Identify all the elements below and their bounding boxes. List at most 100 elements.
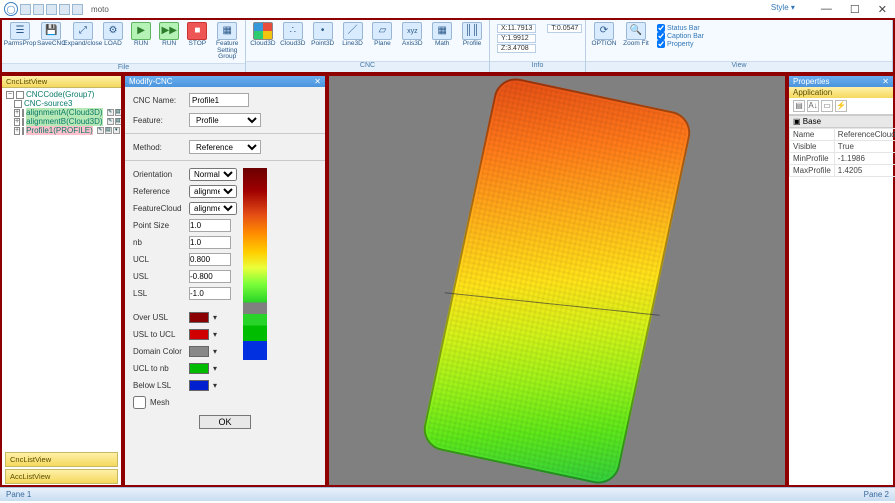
tool-b-icon[interactable]: ▤ xyxy=(115,109,121,116)
checkbox-icon[interactable] xyxy=(22,109,24,117)
table-row[interactable]: VisibleTrue xyxy=(790,141,895,153)
prop-value[interactable]: ReferenceCloud xyxy=(834,129,895,141)
nb-input[interactable] xyxy=(189,236,231,249)
row-tools[interactable]: ✎▤▾ xyxy=(97,127,120,134)
row-tools[interactable]: ✎▤▾ xyxy=(107,118,121,125)
line3d-button[interactable]: ／Line3D xyxy=(339,22,367,48)
math-button[interactable]: ▦Math xyxy=(428,22,456,48)
ucl-input[interactable] xyxy=(189,253,231,266)
maximize-button[interactable]: ☐ xyxy=(846,3,864,16)
parms-prop-button[interactable]: ☰ParmsProp xyxy=(5,22,35,48)
table-row[interactable]: MaxProfile1.4205 xyxy=(790,165,895,177)
tab-cnclistview[interactable]: CncListView xyxy=(5,452,118,467)
dropdown-icon[interactable]: ▾ xyxy=(213,313,217,322)
checkbox-icon[interactable] xyxy=(22,118,24,126)
tree-node-source[interactable]: CNC-source3 xyxy=(4,99,119,108)
prop-flash-icon[interactable]: ⚡ xyxy=(835,100,847,112)
checkbox-icon[interactable] xyxy=(16,91,24,99)
expand-icon[interactable]: + xyxy=(14,118,20,126)
properties-category[interactable]: ▣ Base xyxy=(789,115,893,128)
point3d-button[interactable]: •Point3D xyxy=(309,22,337,48)
axis3d-button[interactable]: xyzAxis3D xyxy=(398,22,426,48)
tool-c-icon[interactable]: ▾ xyxy=(113,127,120,134)
qat-print-icon[interactable] xyxy=(59,4,70,15)
dropdown-icon[interactable]: ▾ xyxy=(213,330,217,339)
cnc-tree[interactable]: −CNCCode(Group7) CNC-source3 +alignmentA… xyxy=(2,88,121,137)
usltoucl-swatch[interactable] xyxy=(189,329,209,340)
tool-a-icon[interactable]: ✎ xyxy=(107,118,114,125)
mesh-check[interactable] xyxy=(133,396,146,409)
expand-icon[interactable]: + xyxy=(14,109,20,117)
expand-icon[interactable]: + xyxy=(14,127,20,135)
tree-root[interactable]: −CNCCode(Group7) xyxy=(4,90,119,99)
option-button[interactable]: ⟳OPTION xyxy=(589,22,619,48)
cloud3d-b-button[interactable]: ∴Cloud3D xyxy=(279,22,307,48)
featurecloud-select[interactable]: alignmentB xyxy=(189,202,237,215)
expand-close-button[interactable]: ⤢Expand/close xyxy=(68,22,98,48)
dropdown-icon[interactable]: ▾ xyxy=(213,347,217,356)
tool-b-icon[interactable]: ▤ xyxy=(115,118,121,125)
prop-pages-icon[interactable]: ▭ xyxy=(821,100,833,112)
dropdown-icon[interactable]: ▾ xyxy=(213,381,217,390)
properties-grid[interactable]: NameReferenceCloud VisibleTrue MinProfil… xyxy=(789,128,895,177)
expand-icon[interactable]: − xyxy=(6,91,14,99)
style-dropdown[interactable]: Style ▾ xyxy=(767,3,799,16)
dropdown-icon[interactable]: ▾ xyxy=(213,364,217,373)
prop-sort-icon[interactable]: A↓ xyxy=(807,100,819,112)
qat-new-icon[interactable] xyxy=(20,4,31,15)
minimize-button[interactable]: — xyxy=(817,3,836,16)
properties-header[interactable]: Properties✕ xyxy=(789,76,893,87)
cloud3d-a-button[interactable]: Cloud3D xyxy=(249,22,277,48)
ucltonb-swatch[interactable] xyxy=(189,363,209,374)
overusl-swatch[interactable] xyxy=(189,312,209,323)
usl-input[interactable] xyxy=(189,270,231,283)
plane-button[interactable]: ▱Plane xyxy=(369,22,397,48)
collapse-icon[interactable]: ▣ xyxy=(793,117,801,126)
feature-select[interactable]: Profile xyxy=(189,113,261,127)
caption-bar-check[interactable]: Caption Bar xyxy=(657,32,704,40)
close-button[interactable]: ✕ xyxy=(874,3,891,16)
checkbox-icon[interactable] xyxy=(22,127,24,135)
qat-open-icon[interactable] xyxy=(33,4,44,15)
orientation-select[interactable]: Normal xyxy=(189,168,237,181)
qat-save-icon[interactable] xyxy=(46,4,57,15)
tab-acclistview[interactable]: AccListView xyxy=(5,469,118,484)
run-step-button[interactable]: ▶▶RUN xyxy=(156,22,182,48)
prop-value[interactable]: -1.1986 xyxy=(834,153,895,165)
zoom-fit-button[interactable]: 🔍Zoom Fit xyxy=(621,22,651,48)
pointsize-input[interactable] xyxy=(189,219,231,232)
belowlsl-swatch[interactable] xyxy=(189,380,209,391)
run-button[interactable]: ▶RUN xyxy=(128,22,154,48)
prop-value[interactable]: 1.4205 xyxy=(834,165,895,177)
property-check[interactable]: Property xyxy=(657,40,704,48)
prop-value[interactable]: True xyxy=(834,141,895,153)
properties-close-icon[interactable]: ✕ xyxy=(882,77,889,86)
tool-b-icon[interactable]: ▤ xyxy=(105,127,112,134)
dialog-close-icon[interactable]: ✕ xyxy=(314,77,321,86)
stop-button[interactable]: ■STOP xyxy=(184,22,210,48)
tool-a-icon[interactable]: ✎ xyxy=(97,127,104,134)
prop-cat-icon[interactable]: ▤ xyxy=(793,100,805,112)
save-cnc-button[interactable]: 💾SaveCNC xyxy=(37,22,66,48)
row-tools[interactable]: ✎▤▾ xyxy=(107,109,121,116)
tree-node-align-b[interactable]: +alignmentB(Cloud3D)✎▤▾ xyxy=(4,117,119,126)
domaincolor-swatch[interactable] xyxy=(189,346,209,357)
qat-more-icon[interactable] xyxy=(72,4,83,15)
tool-a-icon[interactable]: ✎ xyxy=(107,109,114,116)
method-select[interactable]: Reference xyxy=(189,140,261,154)
dialog-header[interactable]: Modify-CNC✕ xyxy=(125,76,325,87)
3d-viewport[interactable] xyxy=(327,74,787,487)
feature-setting-group-button[interactable]: ▦Feature Setting Group xyxy=(212,22,242,61)
table-row[interactable]: MinProfile-1.1986 xyxy=(790,153,895,165)
checkbox-icon[interactable] xyxy=(14,100,22,108)
cncname-input[interactable] xyxy=(189,93,249,107)
table-row[interactable]: NameReferenceCloud xyxy=(790,129,895,141)
tree-node-profile[interactable]: +Profile1(PROFILE)✎▤▾ xyxy=(4,126,119,135)
ok-button[interactable]: OK xyxy=(199,415,250,429)
status-bar-check[interactable]: Status Bar xyxy=(657,24,704,32)
lsl-input[interactable] xyxy=(189,287,231,300)
profile-button[interactable]: ║║Profile xyxy=(458,22,486,48)
reference-select[interactable]: alignmentA xyxy=(189,185,237,198)
load-button[interactable]: ⚙LOAD xyxy=(100,22,126,48)
tree-node-align-a[interactable]: +alignmentA(Cloud3D)✎▤▾ xyxy=(4,108,119,117)
